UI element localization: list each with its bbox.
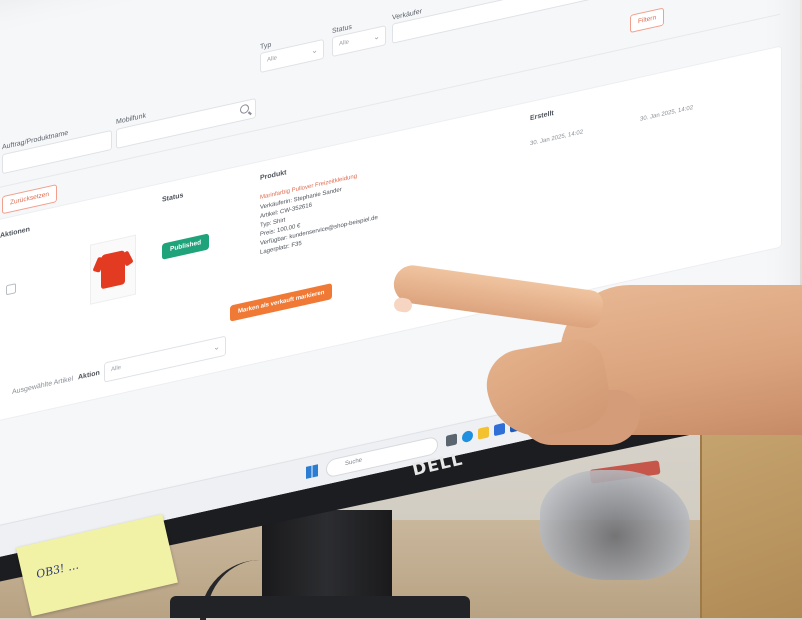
red-shirt-image	[101, 249, 125, 290]
typ-select-value: Alle	[267, 55, 278, 64]
bulk-action-value: Alle	[111, 364, 122, 374]
windows-start-icon[interactable]	[306, 464, 318, 479]
mail-icon[interactable]	[494, 422, 505, 437]
typ-label: Typ	[260, 41, 272, 52]
status-select-value: Alle	[339, 39, 350, 48]
taskbar-search-text: Suche	[345, 457, 363, 468]
chevron-down-icon: ⌄	[373, 31, 380, 42]
browser-icon[interactable]	[462, 429, 473, 444]
sticky-note-text: OB3! …	[35, 558, 80, 581]
plastic-bag	[540, 470, 690, 580]
chevron-down-icon: ⌄	[213, 341, 220, 353]
task-view-icon[interactable]	[446, 433, 457, 447]
chevron-down-icon: ⌄	[311, 45, 318, 56]
folder-icon[interactable]	[478, 426, 489, 440]
monitor-stand-base	[170, 596, 470, 618]
filter-button[interactable]: Filtern	[630, 7, 665, 34]
search-icon	[240, 103, 249, 115]
product-thumbnail[interactable]	[90, 234, 136, 305]
search-input[interactable]	[116, 97, 256, 149]
